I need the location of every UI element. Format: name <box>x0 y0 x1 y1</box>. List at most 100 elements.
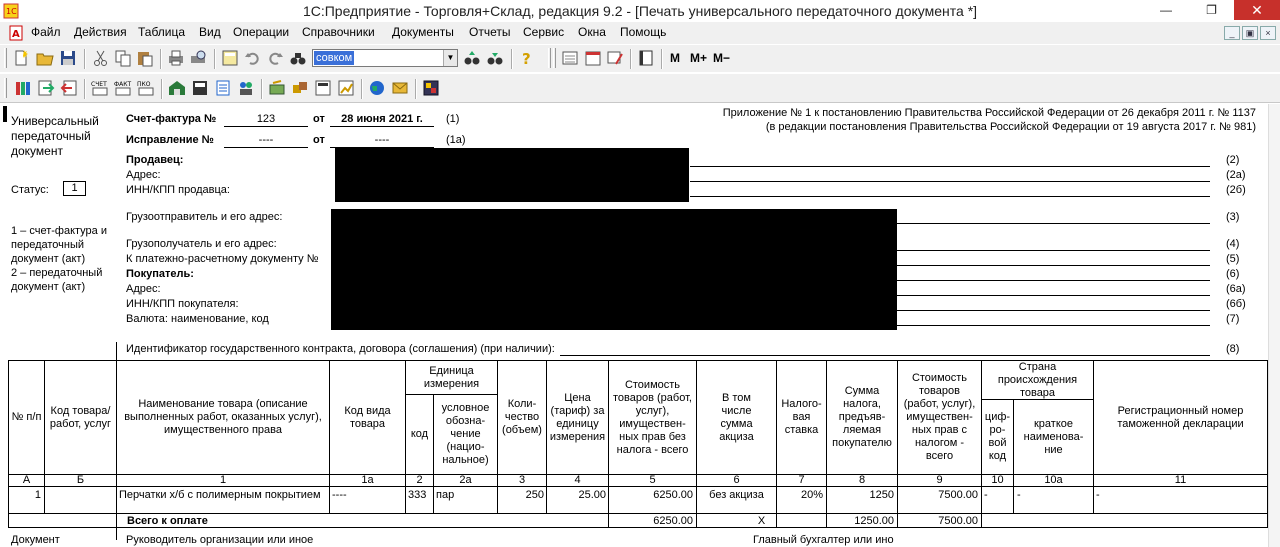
ref-8: (8) <box>1226 343 1240 355</box>
col-index: 3 <box>518 474 526 486</box>
document-in-icon[interactable] <box>37 79 55 97</box>
invoice-from-label: от <box>313 113 325 125</box>
appendix-line-1: Приложение № 1 к постановлению Правитель… <box>722 107 1256 119</box>
chart-icon[interactable] <box>337 79 355 97</box>
svg-text:ФАКТ: ФАКТ <box>114 81 132 88</box>
paste-icon[interactable] <box>136 49 154 67</box>
total-cost-no-tax: 6250.00 <box>653 515 693 527</box>
col-header-tax-rate: Налого-вая ставка <box>781 398 822 436</box>
application-toolbar: СЧЕТ ФАКТ ПКО <box>0 73 1280 103</box>
child-close-button[interactable]: × <box>1260 26 1276 40</box>
menu-table[interactable]: Таблица <box>138 25 185 39</box>
toolbar-grip[interactable] <box>4 48 7 68</box>
invoice-date: 28 июня 2021 г. <box>341 113 423 125</box>
col-index: 1 <box>219 474 227 486</box>
menu-operations[interactable]: Операции <box>233 25 289 39</box>
invoice-icon[interactable]: СЧЕТ <box>91 79 109 97</box>
status-note: документ (акт) <box>11 281 86 293</box>
people-icon[interactable] <box>237 79 255 97</box>
menu-view[interactable]: Вид <box>199 25 221 39</box>
restore-button[interactable]: ❐ <box>1189 0 1234 20</box>
consignee-label: Грузополучатель и его адрес: <box>126 238 277 250</box>
redo-icon[interactable] <box>266 49 284 67</box>
help-icon[interactable]: ? <box>518 49 536 67</box>
status-note: документ (акт) <box>11 253 86 265</box>
act-icon[interactable]: ФАКТ <box>114 79 132 97</box>
memory-button[interactable]: M <box>670 51 680 65</box>
journal-icon[interactable] <box>214 79 232 97</box>
menu-windows[interactable]: Окна <box>578 25 606 39</box>
col-header-qty: Коли-чество (объем) <box>502 398 542 436</box>
correction-label: Исправление № <box>126 134 214 146</box>
col-header-price: Цена (тариф) за единицу измерения <box>549 391 606 443</box>
calculator-icon[interactable] <box>221 49 239 67</box>
print-icon[interactable] <box>167 49 185 67</box>
menu-help[interactable]: Помощь <box>620 25 666 39</box>
receipt-icon[interactable]: ПКО <box>137 79 155 97</box>
ref-6a: (6а) <box>1226 283 1246 295</box>
copy-icon[interactable] <box>114 49 132 67</box>
warehouse-icon[interactable] <box>168 79 186 97</box>
books-icon[interactable] <box>14 79 32 97</box>
book-icon[interactable] <box>637 49 655 67</box>
search-combo[interactable]: совком ▼ <box>312 49 458 67</box>
ref-5: (5) <box>1226 253 1240 265</box>
undo-icon[interactable] <box>244 49 262 67</box>
calendar-icon[interactable] <box>584 49 602 67</box>
calc-icon[interactable] <box>561 49 579 67</box>
globe-icon[interactable] <box>368 79 386 97</box>
shipper-label: Грузоотправитель и его адрес: <box>126 211 283 223</box>
mail-icon[interactable] <box>391 79 409 97</box>
close-button[interactable]: ✕ <box>1234 0 1280 20</box>
ref-4: (4) <box>1226 238 1240 250</box>
status-note: 2 – передаточный <box>11 267 103 279</box>
correction-date: ---- <box>374 134 390 146</box>
ref-2a: (2а) <box>1226 169 1246 181</box>
row-unit-code: 333 <box>408 489 427 501</box>
settings-panel-icon[interactable] <box>422 79 440 97</box>
ref-3: (3) <box>1226 211 1240 223</box>
payment-doc-label: К платежно-расчетному документу № <box>126 253 319 265</box>
memory-plus-button[interactable]: M+ <box>690 51 707 65</box>
menu-service[interactable]: Сервис <box>523 25 564 39</box>
row-country-name: - <box>1017 489 1021 501</box>
col-index: 7 <box>798 474 805 486</box>
child-restore-button[interactable]: ▣ <box>1242 26 1258 40</box>
open-folder-icon[interactable] <box>36 49 54 67</box>
document-menu-icon[interactable]: A <box>8 25 24 41</box>
row-num: 1 <box>34 489 41 501</box>
row-qty: 250 <box>525 489 544 501</box>
register-icon[interactable] <box>191 79 209 97</box>
vertical-scrollbar[interactable] <box>1268 104 1280 547</box>
child-minimize-button[interactable]: _ <box>1224 26 1240 40</box>
new-document-icon[interactable] <box>12 49 30 67</box>
col-index: 2а <box>459 474 472 486</box>
menu-documents[interactable]: Документы <box>392 25 454 39</box>
find-prev-icon[interactable] <box>486 49 504 67</box>
memory-minus-button[interactable]: M− <box>713 51 730 65</box>
chevron-down-icon[interactable]: ▼ <box>443 50 457 66</box>
toolbar-grip[interactable] <box>4 78 7 98</box>
row-unit-name: пар <box>436 489 455 501</box>
price-list-icon[interactable] <box>314 79 332 97</box>
text-edit-icon[interactable] <box>606 49 624 67</box>
col-index: Б <box>76 474 85 486</box>
menu-catalogs[interactable]: Справочники <box>302 25 375 39</box>
binoculars-icon[interactable] <box>289 49 307 67</box>
svg-text:ПКО: ПКО <box>137 81 151 88</box>
menu-actions[interactable]: Действия <box>74 25 127 39</box>
find-next-icon[interactable] <box>463 49 481 67</box>
ref-6b: (6б) <box>1226 298 1246 310</box>
goods-icon[interactable] <box>291 79 309 97</box>
cut-icon[interactable] <box>92 49 110 67</box>
document-out-icon[interactable] <box>60 79 78 97</box>
cash-icon[interactable] <box>268 79 286 97</box>
col-index: 1а <box>361 474 374 486</box>
minimize-button[interactable]: — <box>1143 0 1189 20</box>
print-preview-icon[interactable] <box>189 49 207 67</box>
contract-label: Идентификатор государственного контракта… <box>126 343 555 355</box>
ref-6: (6) <box>1226 268 1240 280</box>
save-icon[interactable] <box>59 49 77 67</box>
menu-reports[interactable]: Отчеты <box>469 25 510 39</box>
menu-file[interactable]: Файл <box>31 25 61 39</box>
